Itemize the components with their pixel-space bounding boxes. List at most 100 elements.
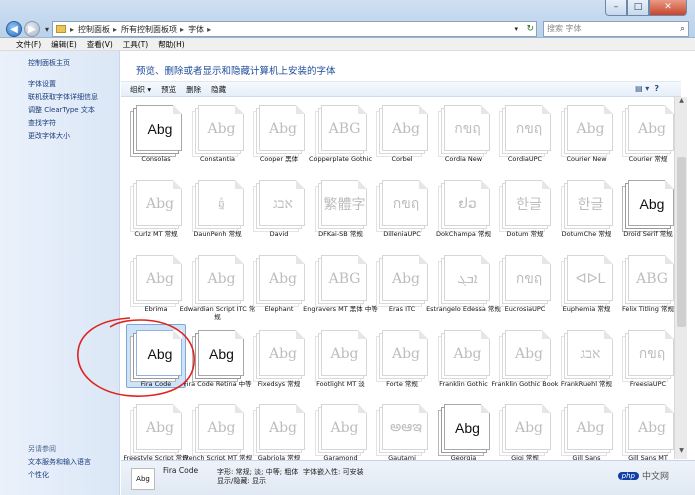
font-tile[interactable]: กขฤ CordiaUPC [493,101,557,181]
font-tile[interactable]: กขฤ DilleniaUPC [370,176,434,256]
refresh-icon[interactable]: ↻ [526,22,534,36]
command-bar: 组织 ▾ 预览 删除 隐藏 ▤ ▾ ? [121,81,681,97]
font-tile[interactable]: ܐܒܓ Estrangelo Edessa 常规 [426,251,501,331]
font-tile[interactable]: Abg Courier New [555,101,619,181]
menu-edit[interactable]: 编辑(E) [51,39,77,50]
font-visibility-info: 显示/隐藏: 显示 [217,477,266,485]
breadcrumb-fonts[interactable]: 字体 [188,24,204,35]
sidebar-adjust-cleartype[interactable]: 调整 ClearType 文本 [28,105,95,115]
search-icon[interactable]: ⌕ [680,22,685,36]
breadcrumb-separator: ▸ [70,24,75,34]
page-fold-icon [665,105,674,114]
font-tile[interactable]: אבג FrankRuehl 常规 [555,326,619,406]
sidebar-text-services[interactable]: 文本服务和输入语言 [28,457,91,467]
font-tile[interactable]: Abg Courier 常规 [616,101,680,181]
font-tile[interactable]: ABG Copperplate Gothic [309,101,373,181]
sidebar-get-font-info-online[interactable]: 联机获取字体详细信息 [28,92,98,102]
forward-arrow-icon[interactable]: ▶ [24,21,40,37]
vertical-scrollbar[interactable]: ▲ ▼ [674,97,687,459]
maximize-button[interactable]: □ [627,0,649,16]
font-tile[interactable]: ABG Engravers MT 黑体 中等 [303,251,378,331]
page-fold-icon [480,330,490,339]
breadcrumb-control-panel[interactable]: 控制面板 [78,24,110,35]
watermark-logo: php [617,471,639,480]
font-file-icon: กขฤ [443,105,490,151]
breadcrumb-separator: ▸ [113,24,118,34]
view-options-icon[interactable]: ▤ ▾ ? [635,84,659,93]
font-tile[interactable]: Abg Corbel [370,101,434,181]
breadcrumb-all-items[interactable]: 所有控制面板项 [121,24,177,35]
font-tile[interactable]: Abg Droid Serif 常规 [616,176,680,256]
font-tile[interactable]: Abg Franklin Gothic [432,326,496,406]
font-tile[interactable]: กขฤ FreesiaUPC [616,326,680,406]
font-file-icon: Abg [320,330,367,376]
font-tile[interactable]: Abg Ebrima [124,251,188,331]
font-tile[interactable]: กขฤ Cordia New [432,101,496,181]
font-file-icon: Abg [197,330,244,376]
sidebar-change-font-size[interactable]: 更改字体大小 [28,131,70,141]
font-file-icon: Abg [628,404,674,450]
folder-icon [56,25,67,33]
help-icon[interactable]: ? [654,84,659,93]
menu-view[interactable]: 查看(V) [87,39,113,50]
sidebar-personalization[interactable]: 个性化 [28,470,49,480]
font-tile[interactable]: Abg Constantia [186,101,250,181]
preview-button[interactable]: 预览 [161,84,176,95]
font-tile[interactable]: ABG Felix Titling 常规 [616,251,680,331]
font-tile[interactable]: Abg Edwardian Script ITC 常规 [180,251,255,331]
recent-pages-dropdown-icon[interactable]: ▾ [45,25,49,34]
menu-file[interactable]: 文件(F) [16,39,41,50]
font-file-icon: אבג [259,180,305,226]
delete-button[interactable]: 删除 [186,84,201,95]
font-tile[interactable]: Abg Eras ITC [370,251,434,331]
font-tile[interactable]: Abg Fira Code [124,326,188,406]
close-button[interactable]: ✕ [649,0,687,16]
page-fold-icon [542,255,551,264]
font-tile[interactable]: Abg Fira Code Retina 中等 [183,326,252,406]
address-dropdown-icon[interactable]: ▾ [515,22,519,36]
sidebar-font-settings[interactable]: 字体设置 [28,79,56,89]
sidebar-find-character[interactable]: 查找字符 [28,118,56,128]
font-tile[interactable]: ឆ្នំ DaunPenh 常规 [186,176,250,256]
font-tile[interactable]: Abg Consolas [124,101,188,181]
font-embeddability-info: 字体嵌入性: 可安装 [303,468,364,476]
menu-help[interactable]: 帮助(H) [158,39,185,50]
page-fold-icon [173,330,182,339]
scrollbar-thumb[interactable] [677,157,686,327]
font-tile[interactable]: Abg Elephant [247,251,311,331]
sidebar-control-panel-home[interactable]: 控制面板主页 [28,58,70,68]
page-fold-icon [480,255,490,264]
page-fold-icon [234,255,244,264]
address-bar[interactable]: ▸ 控制面板 ▸ 所有控制面板项 ▸ 字体 ▸ ▾ ↻ [52,21,538,37]
font-tile[interactable]: 繁體字 DFKai-SB 常规 [309,176,373,256]
font-tile[interactable]: Abg Footlight MT 淡 [309,326,373,406]
font-file-icon: Abg [136,180,182,226]
font-tile[interactable]: 한글 Dotum 常规 [493,176,557,256]
font-tile[interactable]: Abg Forte 常规 [370,326,434,406]
font-tile[interactable]: אבג David [247,176,311,256]
font-tile[interactable]: กขฤ EucrosiaUPC [493,251,557,331]
font-tile[interactable]: Abg Cooper 黑体 [247,101,311,181]
organize-button[interactable]: 组织 ▾ [130,84,151,95]
navigation-row: ◀ ▶ ▾ ▸ 控制面板 ▸ 所有控制面板项 ▸ 字体 ▸ ▾ ↻ 搜索 字体 … [6,20,689,38]
page-fold-icon [173,255,182,264]
font-tile[interactable]: Abg Franklin Gothic Book [492,326,558,406]
font-tile[interactable]: Abg Fixedsys 常规 [247,326,311,406]
page-fold-icon [234,180,244,189]
minimize-button[interactable]: – [605,0,627,16]
scroll-down-icon[interactable]: ▼ [675,447,688,459]
font-file-icon: Abg [259,330,305,376]
font-file-icon: กขฤ [382,180,428,226]
font-tile[interactable]: Abg Curlz MT 常规 [124,176,188,256]
back-arrow-icon[interactable]: ◀ [6,21,22,37]
font-file-icon: Abg [505,330,551,376]
hide-button[interactable]: 隐藏 [211,84,226,95]
scroll-up-icon[interactable]: ▲ [675,97,688,109]
font-tile[interactable]: ᐊᐅᒪ Euphemia 常规 [555,251,619,331]
menu-tools[interactable]: 工具(T) [123,39,148,50]
font-file-icon: אבג [566,330,613,376]
search-input[interactable]: 搜索 字体 ⌕ [543,21,689,37]
font-tile[interactable]: 한글 DotumChe 常规 [555,176,619,256]
font-tile[interactable]: ຢວ DokChampa 常规 [432,176,496,256]
page-fold-icon [419,330,428,339]
